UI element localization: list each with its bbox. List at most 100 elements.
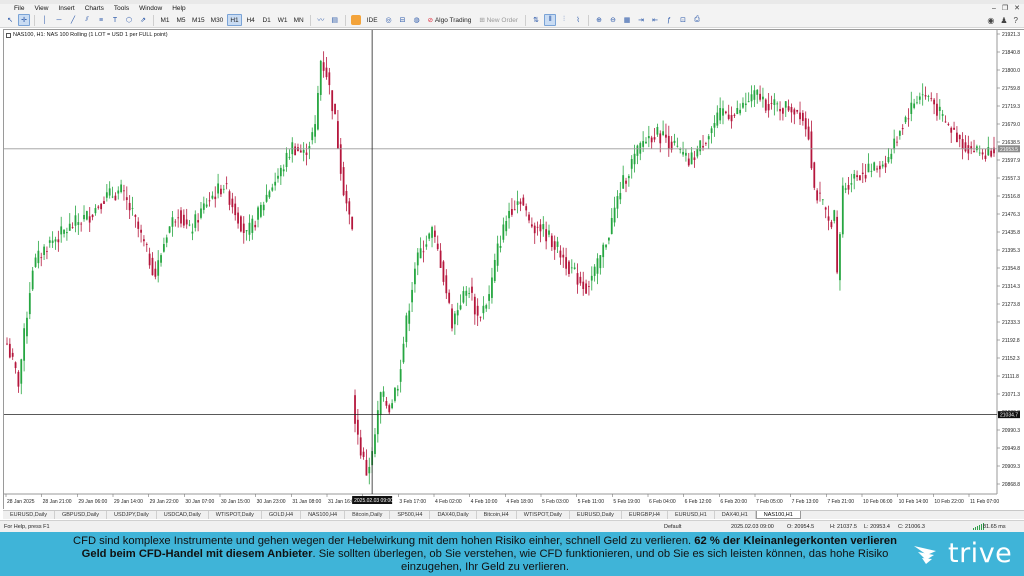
chart-type-icon[interactable]: 〰 bbox=[315, 14, 327, 26]
cursor-icon[interactable]: ↖ bbox=[4, 14, 16, 26]
candle-body bbox=[245, 230, 248, 232]
candle-body bbox=[185, 219, 188, 225]
price-tick-label: 21111.8 bbox=[1002, 374, 1019, 380]
account-icon[interactable]: ♟ bbox=[1000, 16, 1007, 25]
price-tick-label: 21314.3 bbox=[1002, 284, 1020, 290]
candle-body bbox=[870, 170, 873, 172]
zoom-out-icon[interactable]: ⊖ bbox=[607, 14, 619, 26]
chart-tab[interactable]: GBPUSD,Daily bbox=[55, 511, 107, 519]
minimize-icon[interactable]: – bbox=[992, 4, 996, 13]
price-chart[interactable]: 21921.3 21840.8 21800.0 21759.8 21719.3 21679… bbox=[4, 30, 1024, 510]
help-icon[interactable]: ? bbox=[1014, 16, 1018, 25]
price-tick-label: 21679.0 bbox=[1002, 122, 1020, 128]
menu-insert[interactable]: Insert bbox=[53, 4, 79, 13]
templates-icon[interactable]: ▤ bbox=[329, 14, 341, 26]
screenshot-icon[interactable]: ⎙ bbox=[691, 14, 703, 26]
time-tick-label: 28 Jan 2025 bbox=[7, 499, 35, 505]
depth-of-market-icon[interactable]: ⇅ bbox=[530, 14, 542, 26]
candle-body bbox=[362, 451, 365, 457]
timeframe-h4[interactable]: H4 bbox=[244, 14, 258, 26]
new-order-button[interactable]: ⊞ New Order bbox=[476, 14, 521, 26]
candle-body bbox=[947, 124, 950, 125]
zoom-in-icon[interactable]: ⊕ bbox=[593, 14, 605, 26]
timeframe-m1[interactable]: M1 bbox=[158, 14, 172, 26]
chart-tab[interactable]: EURGBP,H4 bbox=[622, 511, 668, 519]
chart-tab[interactable]: DAX40,H1 bbox=[715, 511, 756, 519]
crosshair-icon[interactable]: ✛ bbox=[18, 14, 30, 26]
candlestick-icon[interactable]: ⫶ bbox=[558, 14, 570, 26]
chart-tab[interactable]: USDJPY,Daily bbox=[107, 511, 157, 519]
chart-tab[interactable]: Bitcoin,H4 bbox=[477, 511, 517, 519]
candle-body bbox=[625, 180, 627, 184]
candle-body bbox=[26, 317, 28, 337]
chart-tab[interactable]: WTISPOT,Daily bbox=[209, 511, 262, 519]
line-chart-icon[interactable]: ⌇ bbox=[572, 14, 584, 26]
channel-icon[interactable]: ⫽ bbox=[81, 14, 93, 26]
close-icon[interactable]: ✕ bbox=[1014, 4, 1020, 13]
chart-tab[interactable]: EURUSD,Daily bbox=[3, 511, 55, 519]
candle-body bbox=[471, 286, 473, 293]
indicators-icon[interactable]: ƒ bbox=[663, 14, 675, 26]
candle-body bbox=[282, 169, 285, 172]
candle-body bbox=[154, 268, 157, 277]
autoscroll-icon[interactable]: ⇥ bbox=[635, 14, 647, 26]
shapes-icon[interactable]: ⬡ bbox=[123, 14, 135, 26]
timeframe-h1[interactable]: H1 bbox=[227, 14, 242, 26]
chart-tab[interactable]: EURUSD,H1 bbox=[668, 511, 715, 519]
bar-chart-icon[interactable]: ⫴ bbox=[544, 14, 557, 26]
candle-body bbox=[328, 72, 331, 86]
candle-body bbox=[533, 225, 536, 234]
fibonacci-icon[interactable]: ≡ bbox=[95, 14, 107, 26]
time-tick-label: 5 Feb 11:00 bbox=[578, 499, 605, 505]
navigator-icon[interactable] bbox=[350, 14, 362, 26]
arrow-tool-icon[interactable]: ⇗ bbox=[137, 14, 149, 26]
candle-body bbox=[388, 405, 391, 413]
menu-file[interactable]: File bbox=[0, 4, 29, 13]
chart-tab[interactable]: USDCAD,Daily bbox=[157, 511, 209, 519]
candle-body bbox=[525, 206, 528, 211]
trend-line-icon[interactable]: ╱ bbox=[67, 14, 79, 26]
text-tool-icon[interactable]: T bbox=[109, 14, 121, 26]
signals-icon[interactable]: ◎ bbox=[383, 14, 395, 26]
timeframe-m15[interactable]: M15 bbox=[190, 14, 207, 26]
chart-tab[interactable]: DAX40,Daily bbox=[430, 511, 477, 519]
timeframe-mn[interactable]: MN bbox=[292, 14, 306, 26]
time-tick-label: 11 Feb 07:00 bbox=[970, 499, 999, 505]
chart-tab[interactable]: GOLD,H4 bbox=[262, 511, 302, 519]
chart-tab[interactable]: SP500,H4 bbox=[390, 511, 431, 519]
chart-shift-icon[interactable]: ⇤ bbox=[649, 14, 661, 26]
chart-tab[interactable]: Bitcoin,Daily bbox=[345, 511, 391, 519]
menu-tools[interactable]: Tools bbox=[109, 4, 134, 13]
timeframe-d1[interactable]: D1 bbox=[260, 14, 274, 26]
menu-window[interactable]: Window bbox=[134, 4, 167, 13]
candle-body bbox=[801, 112, 804, 121]
market-icon[interactable]: ⊟ bbox=[397, 14, 409, 26]
chart-tab[interactable]: EURUSD,Daily bbox=[570, 511, 622, 519]
timeframe-w1[interactable]: W1 bbox=[276, 14, 290, 26]
grid-icon[interactable]: ▦ bbox=[621, 14, 633, 26]
candle-body bbox=[160, 255, 162, 263]
menu-view[interactable]: View bbox=[29, 4, 53, 13]
candle-body bbox=[331, 90, 334, 112]
ide-button[interactable]: IDE bbox=[364, 14, 381, 26]
chart-tab[interactable]: NAS100,H4 bbox=[301, 511, 346, 519]
vertical-line-icon[interactable]: │ bbox=[39, 14, 51, 26]
menu-help[interactable]: Help bbox=[167, 4, 190, 13]
candle-body bbox=[530, 224, 533, 227]
chart-area[interactable]: 21921.3 21840.8 21800.0 21759.8 21719.3 21679… bbox=[3, 29, 1024, 509]
user-icon[interactable]: ◉ bbox=[987, 16, 994, 25]
restore-icon[interactable]: ❐ bbox=[1002, 4, 1008, 13]
horizontal-line-icon[interactable]: ─ bbox=[53, 14, 65, 26]
chart-tab[interactable]: WTISPOT,Daily bbox=[517, 511, 570, 519]
vps-icon[interactable]: ◍ bbox=[411, 14, 423, 26]
timeframe-m5[interactable]: M5 bbox=[174, 14, 188, 26]
objects-icon[interactable]: ⊡ bbox=[677, 14, 689, 26]
chart-tab[interactable]: NAS100,H1 bbox=[755, 511, 801, 519]
candle-body bbox=[836, 216, 839, 273]
timeframe-m30[interactable]: M30 bbox=[209, 14, 226, 26]
algo-trading-button[interactable]: ⊘ Algo Trading bbox=[425, 14, 475, 26]
candle-body bbox=[750, 94, 753, 102]
candle-body bbox=[633, 153, 636, 165]
candle-body bbox=[656, 126, 659, 135]
menu-charts[interactable]: Charts bbox=[80, 4, 109, 13]
